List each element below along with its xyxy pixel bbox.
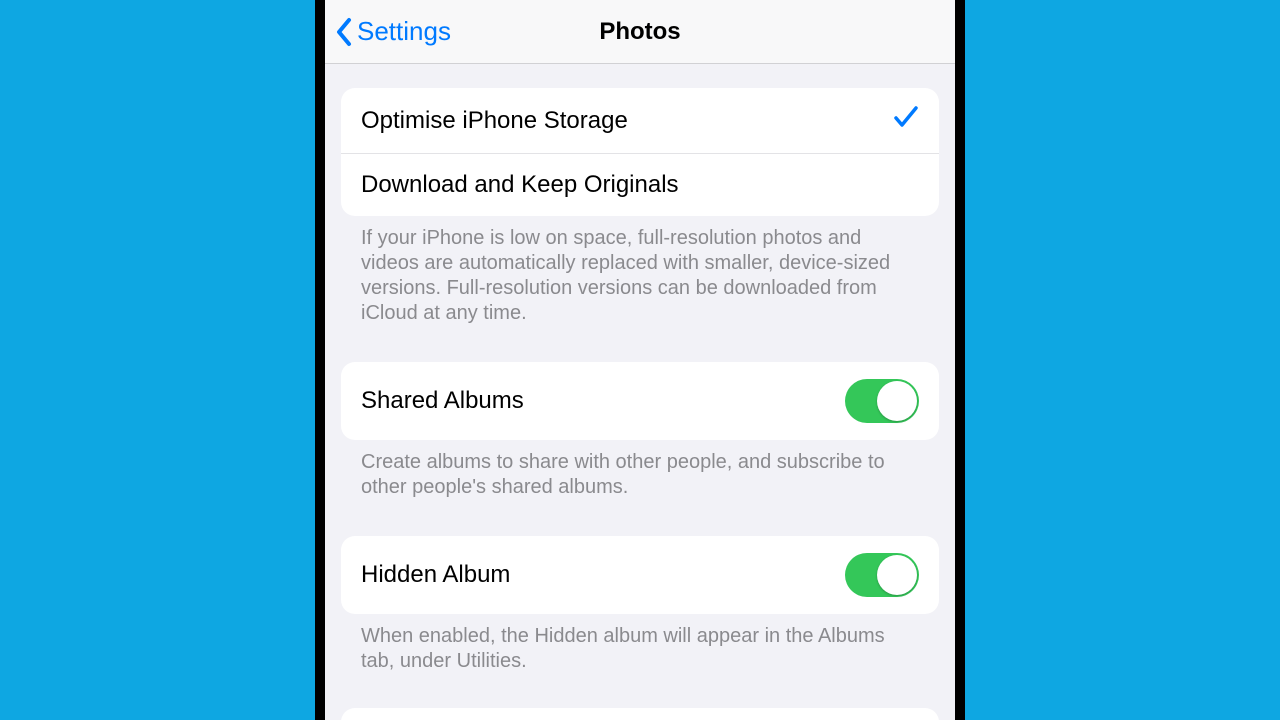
screen: Settings Photos Optimise iPhone Storage … xyxy=(325,0,955,720)
toggle-knob xyxy=(877,381,917,421)
optimise-storage-row[interactable]: Optimise iPhone Storage xyxy=(341,88,939,153)
hidden-album-row[interactable]: Hidden Album xyxy=(341,536,939,614)
mobile-data-row[interactable]: Mobile Data xyxy=(341,708,939,720)
checkmark-icon xyxy=(893,105,919,136)
shared-albums-group: Shared Albums xyxy=(341,362,939,440)
toggle-knob xyxy=(877,555,917,595)
shared-albums-row[interactable]: Shared Albums xyxy=(341,362,939,440)
back-button[interactable]: Settings xyxy=(335,16,451,47)
chevron-left-icon xyxy=(335,17,353,47)
hidden-album-group: Hidden Album xyxy=(341,536,939,614)
hidden-album-footer-text: When enabled, the Hidden album will appe… xyxy=(341,614,939,674)
download-originals-row[interactable]: Download and Keep Originals xyxy=(341,153,939,216)
mobile-data-group: Mobile Data xyxy=(341,708,939,720)
shared-albums-label: Shared Albums xyxy=(361,387,524,415)
storage-options-group: Optimise iPhone Storage Download and Kee… xyxy=(341,88,939,216)
back-label: Settings xyxy=(357,16,451,47)
optimise-storage-label: Optimise iPhone Storage xyxy=(361,107,628,135)
device-frame: Settings Photos Optimise iPhone Storage … xyxy=(315,0,965,720)
shared-albums-toggle[interactable] xyxy=(845,379,919,423)
hidden-album-label: Hidden Album xyxy=(361,561,510,589)
navigation-bar: Settings Photos xyxy=(325,0,955,64)
storage-footer-text: If your iPhone is low on space, full-res… xyxy=(341,216,939,326)
shared-albums-footer-text: Create albums to share with other people… xyxy=(341,440,939,500)
hidden-album-toggle[interactable] xyxy=(845,553,919,597)
content: Optimise iPhone Storage Download and Kee… xyxy=(325,64,955,720)
download-originals-label: Download and Keep Originals xyxy=(361,171,679,199)
